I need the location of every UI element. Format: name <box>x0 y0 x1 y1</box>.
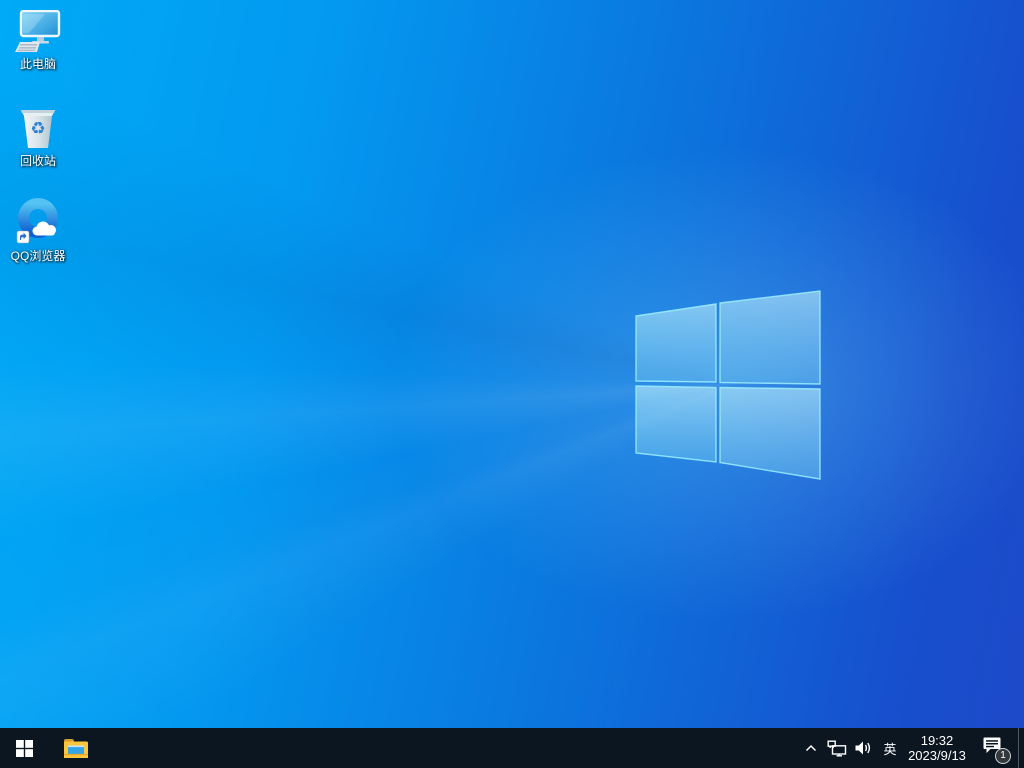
system-tray: 英 19:32 2023/9/13 1 <box>798 728 1024 768</box>
chevron-up-icon <box>804 742 818 754</box>
notification-count-badge: 1 <box>995 748 1011 764</box>
desktop-icon-this-pc[interactable]: 此电脑 <box>1 6 75 71</box>
action-center-button[interactable]: 1 <box>970 728 1018 768</box>
speaker-icon <box>854 740 872 756</box>
desktop-icon-qq-browser[interactable]: QQ浏览器 <box>1 198 75 263</box>
file-explorer-button[interactable] <box>56 728 96 768</box>
network-tray-button[interactable] <box>824 728 850 768</box>
desktop-icon-label: 此电脑 <box>20 57 56 71</box>
shortcut-arrow-badge <box>17 231 29 243</box>
wallpaper-glow <box>0 0 1024 768</box>
windows-logo-wallpaper <box>632 288 822 482</box>
windows-desktop: 此电脑 ♻ 回收站 <box>0 0 1024 768</box>
computer-icon <box>15 6 61 54</box>
svg-text:♻: ♻ <box>30 119 45 139</box>
show-desktop-button[interactable] <box>1018 728 1024 768</box>
clock-time: 19:32 <box>921 733 954 748</box>
desktop-icon-recycle-bin[interactable]: ♻ 回收站 <box>1 103 75 168</box>
recycle-bin-icon: ♻ <box>18 103 58 151</box>
ethernet-network-icon <box>827 740 847 757</box>
taskbar-clock[interactable]: 19:32 2023/9/13 <box>904 728 970 768</box>
start-button[interactable] <box>0 728 48 768</box>
qq-browser-icon <box>14 198 62 246</box>
input-language-indicator[interactable]: 英 <box>876 728 904 768</box>
folder-icon <box>63 737 89 759</box>
input-language-label: 英 <box>883 739 896 758</box>
desktop-wallpaper <box>0 0 1024 768</box>
desktop-icon-label: 回收站 <box>20 154 56 168</box>
windows-logo-icon <box>16 740 33 757</box>
taskbar: 英 19:32 2023/9/13 1 <box>0 728 1024 768</box>
volume-tray-button[interactable] <box>850 728 876 768</box>
clock-date: 2023/9/13 <box>908 748 966 763</box>
show-hidden-icons-button[interactable] <box>798 728 824 768</box>
desktop-icon-label: QQ浏览器 <box>11 249 66 263</box>
